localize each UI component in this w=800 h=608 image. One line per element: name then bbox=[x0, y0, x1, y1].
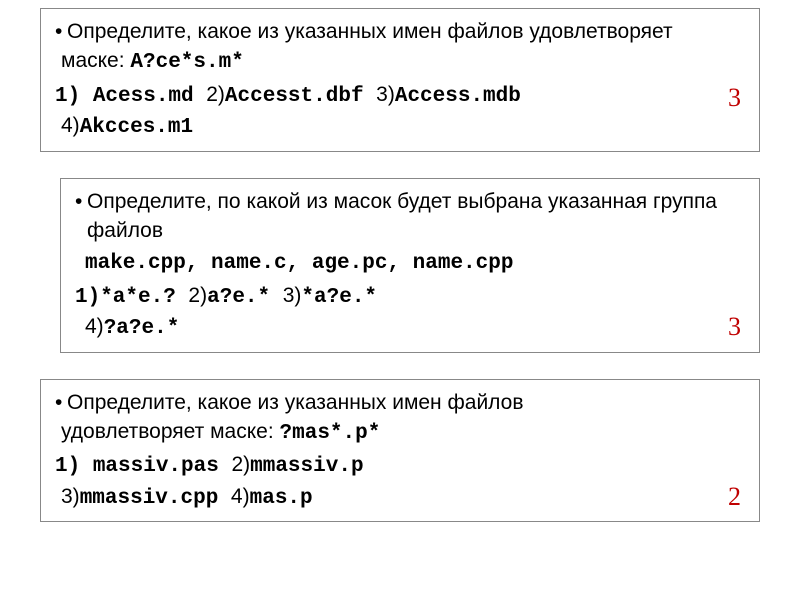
question-card-1: Определите, какое из указанных имен файл… bbox=[40, 8, 760, 152]
q2-files: make.cpp, name.c, age.pc, name.cpp bbox=[75, 249, 745, 278]
q3-mask: ?mas*.p* bbox=[280, 422, 381, 445]
q1-mask-label: маске: bbox=[61, 49, 130, 72]
q2-opt3: *a?e.* bbox=[301, 286, 377, 309]
q3-opt1-num: 1) bbox=[55, 455, 93, 478]
q1-opt2: Accesst.dbf bbox=[225, 85, 376, 108]
q3-opt1: massiv.pas bbox=[93, 455, 232, 478]
q1-opt4-num: 4) bbox=[55, 114, 80, 137]
q1-mask: A?ce*s.m* bbox=[130, 51, 243, 74]
q2-opt4-num: 4) bbox=[75, 315, 104, 338]
q2-choices: 1)*a*e.? 2)a?e.* 3)*a?e.* 4)?a?e.* bbox=[75, 281, 745, 344]
q2-answer: 3 bbox=[728, 309, 741, 345]
q1-opt3: Access.mdb bbox=[395, 85, 521, 108]
q3-opt2-num: 2) bbox=[231, 453, 250, 476]
q3-prompt-line1: Определите, какое из указанных имен файл… bbox=[55, 388, 745, 417]
q1-opt2-num: 2) bbox=[206, 83, 225, 106]
q2-opt2-num: 2) bbox=[188, 284, 207, 307]
q2-opt4: ?a?e.* bbox=[104, 317, 180, 340]
q1-prompt-line1: Определите, какое из указанных имен файл… bbox=[55, 17, 745, 46]
q2-prompt: Определите, по какой из масок будет выбр… bbox=[75, 187, 745, 246]
q3-opt3-num: 3) bbox=[55, 485, 80, 508]
q1-opt3-num: 3) bbox=[376, 83, 395, 106]
q3-choices: 1) massiv.pas 2)mmassiv.p 3)mmassiv.cpp … bbox=[55, 450, 745, 513]
q1-prompt-line2: маске: A?ce*s.m* bbox=[55, 46, 745, 77]
q1-opt4: Akcces.m1 bbox=[80, 116, 193, 139]
q3-opt4: mas.p bbox=[250, 487, 313, 510]
q2-opt2: a?e.* bbox=[207, 286, 283, 309]
q3-opt4-num: 4) bbox=[231, 485, 250, 508]
q2-opt1: 1)*a*e.? bbox=[75, 286, 188, 309]
q3-opt3: mmassiv.cpp bbox=[80, 487, 231, 510]
q3-prompt-line2: удовлетворяет маске: ?mas*.p* bbox=[55, 417, 745, 448]
q1-answer: 3 bbox=[728, 80, 741, 116]
q1-opt1-num: 1) bbox=[55, 85, 93, 108]
q3-mask-label: удовлетворяет маске: bbox=[61, 420, 280, 443]
q2-opt3-num: 3) bbox=[283, 284, 302, 307]
q3-answer: 2 bbox=[728, 479, 741, 515]
question-card-2: Определите, по какой из масок будет выбр… bbox=[60, 178, 760, 353]
q3-opt2: mmassiv.p bbox=[250, 455, 363, 478]
q1-choices: 1) Acess.md 2)Accesst.dbf 3)Access.mdb 4… bbox=[55, 80, 745, 143]
q1-opt1: Acess.md bbox=[93, 85, 206, 108]
question-card-3: Определите, какое из указанных имен файл… bbox=[40, 379, 760, 523]
